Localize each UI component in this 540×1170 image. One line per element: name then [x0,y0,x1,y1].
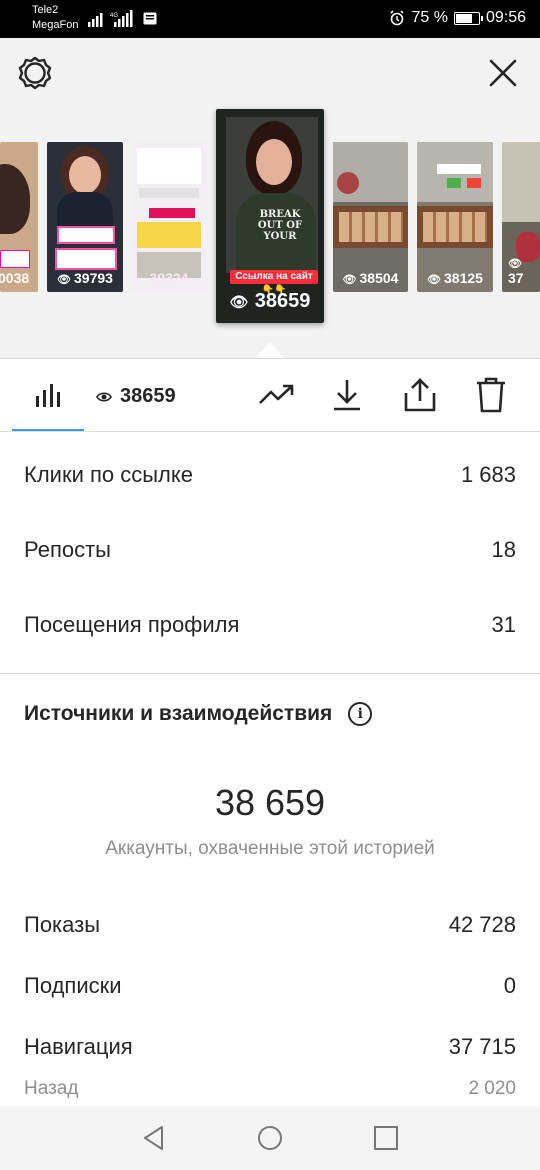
carrier-tele2: Tele2 [32,4,59,16]
story-view-count: 👁37 [508,258,524,286]
alarm-icon [390,10,405,26]
settings-gear-icon[interactable] [16,54,54,92]
story-actions-toolbar: 38659 [0,358,540,432]
stat-label: Клики по ссылке [24,462,193,487]
story-thumbnail[interactable]: 👁37 [502,142,540,292]
selected-story-view-count: 👁 38659 [229,290,311,312]
story-view-count-value: 37 [508,270,524,286]
detail-value: 37 715 [448,1034,516,1059]
detail-row-navigation: Навигация 37 715 [24,1034,516,1060]
system-nav-bar [0,1106,540,1170]
promote-button[interactable] [252,359,302,431]
download-icon [334,380,360,411]
eye-icon [96,391,112,402]
detail-value: 0 [503,973,516,998]
story-view-count-value: 38125 [444,270,483,286]
story-view-count: 👁 38504 [342,270,399,286]
reach-count: 38 659 [214,782,326,823]
stat-row-profile-visits: Посещения профиля 31 [24,612,516,638]
story-view-count: 39324 [149,270,189,286]
recents-nav-icon[interactable] [372,1124,400,1152]
status-right: 75 % 09:56 [389,9,526,27]
divider [0,673,540,674]
clock: 09:56 [485,9,526,26]
story-thumbnail[interactable]: 👁 39793 [47,142,123,292]
carrier-megafon: MegaFon [32,19,79,31]
share-button[interactable] [395,359,445,431]
story-view-count: 0038 [0,270,30,286]
stat-value: 31 [491,612,516,637]
detail-row-follows: Подписки 0 [24,973,516,999]
detail-label: Навигация [24,1034,133,1059]
story-link-sticker: Ссылка на сайт 👇👇 [230,270,318,296]
stat-value: 1 683 [460,462,516,487]
back-nav-icon[interactable] [140,1124,168,1152]
selection-pointer [256,342,284,358]
stat-label: Посещения профиля [24,612,240,637]
trending-up-icon [259,384,294,404]
signal-icon: 4G [88,10,133,27]
svg-text:4G: 4G [110,13,118,19]
info-icon[interactable]: i [348,702,373,726]
carrier-info: Tele2 MegaFon [32,3,78,33]
battery-icon [453,11,483,25]
stat-row-reposts: Репосты 18 [24,537,516,563]
story-carousel-area: 0038 👁 39793 39324 BREAK OUT OF YOUR Ссыл… [0,38,540,358]
reach-caption: Аккаунты, охваченные этой историей [105,838,435,859]
detail-value: 42 728 [448,912,516,937]
bar-chart-icon [36,384,60,407]
story-thumbnail[interactable]: 39324 [131,142,207,292]
story-view-count: 👁 38125 [427,270,483,286]
battery-percent: 75 % [411,9,448,26]
message-icon [143,12,157,25]
detail-row-back: Назад 2 020 [24,1078,516,1100]
story-view-count: 👁 39793 [57,270,113,286]
section-title: Источники и взаимодействия i [24,702,373,726]
stat-row-link-clicks: Клики по ссылке 1 683 [24,462,516,488]
story-thumbnail[interactable]: 👁 38125 [417,142,493,292]
trash-icon [477,377,505,413]
home-nav-icon[interactable] [256,1124,284,1152]
stat-label: Репосты [24,537,111,562]
detail-label: Подписки [24,973,122,998]
viewers-count: 38659 [120,385,176,407]
story-thumbnail[interactable]: 👁 38504 [333,142,408,292]
tab-insights[interactable] [12,359,84,431]
active-tab-underline [12,429,84,431]
detail-value: 2 020 [468,1078,516,1099]
selected-story-thumbnail[interactable]: BREAK OUT OF YOUR Ссылка на сайт 👇👇 👁 386… [216,109,324,323]
stat-value: 18 [491,537,516,562]
tab-viewers[interactable]: 38659 [96,385,176,408]
selected-story-view-count-value: 38659 [254,290,311,312]
story-view-count-value: 38504 [359,270,399,286]
status-bar: Tele2 MegaFon 4G 75 % 09:56 [0,0,540,38]
delete-button[interactable] [466,359,516,431]
story-thumbnail[interactable]: 0038 [0,142,38,292]
detail-label: Показы [24,912,101,937]
story-view-count-value: 39793 [74,270,113,286]
save-button[interactable] [322,359,372,431]
detail-row-impressions: Показы 42 728 [24,912,516,938]
share-icon [404,378,436,412]
section-title-text: Источники и взаимодействия [24,702,333,725]
detail-label: Назад [24,1078,79,1099]
close-icon[interactable] [484,54,522,92]
tshirt-print: BREAK OUT OF YOUR [257,209,303,242]
